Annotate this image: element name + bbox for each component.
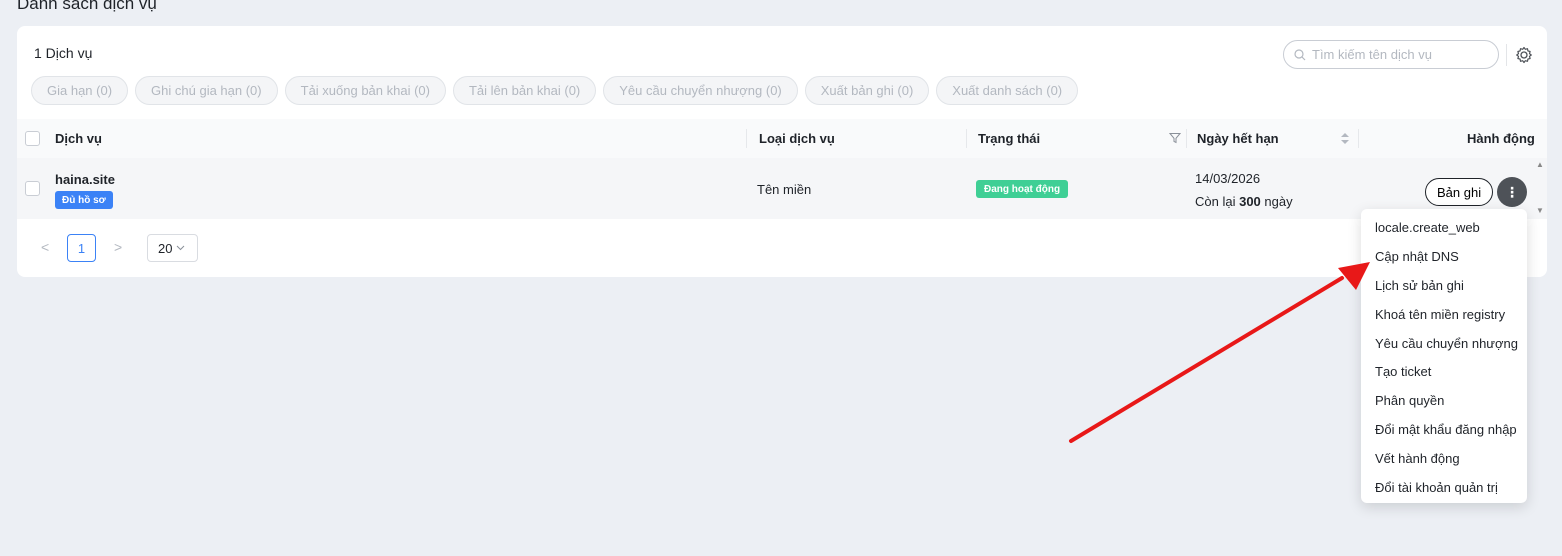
gear-icon[interactable] bbox=[1514, 45, 1534, 65]
page-current[interactable]: 1 bbox=[67, 234, 96, 262]
page-size-select[interactable]: 20 bbox=[147, 234, 198, 262]
remaining-days: Còn lại 300 ngày bbox=[1195, 194, 1293, 209]
export-list-button[interactable]: Xuất danh sách (0) bbox=[936, 76, 1079, 105]
status-badge: Đang hoạt động bbox=[976, 180, 1069, 198]
remaining-suffix: ngày bbox=[1264, 194, 1293, 209]
records-button[interactable]: Bản ghi bbox=[1425, 178, 1494, 206]
service-type: Tên miền bbox=[757, 182, 812, 197]
upload-declaration-button[interactable]: Tải lên bản khai (0) bbox=[452, 76, 597, 105]
service-list-card: 1 Dịch vụ Gia hạn (0) Ghi chú gia hạn (0… bbox=[17, 26, 1547, 277]
menu-item-registry-lock[interactable]: Khoá tên miền registry bbox=[1361, 300, 1527, 329]
header-divider bbox=[966, 129, 967, 148]
header-divider bbox=[1358, 129, 1359, 148]
table-header: Dịch vụ Loại dịch vụ Trạng thái Ngày hết… bbox=[17, 119, 1547, 158]
expiry-date: 14/03/2026 bbox=[1195, 171, 1261, 186]
page-title: Danh sách dịch vụ bbox=[17, 0, 157, 13]
more-vertical-icon: ⋮ bbox=[1505, 183, 1519, 200]
profile-badge: Đủ hồ sơ bbox=[55, 191, 113, 209]
header-service: Dịch vụ bbox=[55, 131, 102, 146]
menu-item-action-log[interactable]: Vết hành động bbox=[1361, 444, 1527, 473]
filter-icon[interactable] bbox=[1169, 132, 1181, 144]
search-input[interactable] bbox=[1312, 47, 1492, 62]
sort-icon[interactable] bbox=[1340, 132, 1350, 145]
bulk-actions: Gia hạn (0) Ghi chú gia hạn (0) Tải xuốn… bbox=[31, 76, 1079, 105]
actions-dropdown-menu: locale.create_web Cập nhật DNS Lịch sử b… bbox=[1361, 209, 1527, 503]
menu-item-record-history[interactable]: Lịch sử bản ghi bbox=[1361, 271, 1527, 300]
renew-button[interactable]: Gia hạn (0) bbox=[31, 76, 129, 105]
scroll-up-icon[interactable]: ▲ bbox=[1536, 160, 1544, 169]
menu-item-transfer-request[interactable]: Yêu cầu chuyển nhượng bbox=[1361, 329, 1527, 358]
header-divider bbox=[1186, 129, 1187, 148]
search-icon bbox=[1294, 48, 1306, 60]
scroll-down-icon[interactable]: ▼ bbox=[1536, 206, 1544, 215]
header-action: Hành động bbox=[1467, 131, 1535, 146]
remaining-days-value: 300 bbox=[1239, 194, 1261, 209]
more-actions-button[interactable]: ⋮ bbox=[1497, 177, 1527, 207]
row-checkbox[interactable] bbox=[25, 181, 40, 196]
remaining-prefix: Còn lại bbox=[1195, 194, 1236, 209]
menu-item-create-ticket[interactable]: Tạo ticket bbox=[1361, 357, 1527, 386]
menu-item-change-password[interactable]: Đổi mật khẩu đăng nhập bbox=[1361, 415, 1527, 444]
menu-item-create-web[interactable]: locale.create_web bbox=[1361, 213, 1527, 242]
export-records-button[interactable]: Xuất bản ghi (0) bbox=[804, 76, 930, 105]
service-name[interactable]: haina.site bbox=[55, 172, 115, 187]
chevron-down-icon bbox=[177, 245, 185, 251]
header-divider bbox=[746, 129, 747, 148]
header-expiry: Ngày hết hạn bbox=[1197, 131, 1279, 146]
search-box[interactable] bbox=[1283, 40, 1499, 69]
table-row: haina.site Đủ hồ sơ Tên miền Đang hoạt đ… bbox=[17, 158, 1547, 219]
header-status: Trạng thái bbox=[978, 131, 1041, 146]
renew-note-button[interactable]: Ghi chú gia hạn (0) bbox=[135, 76, 278, 105]
transfer-request-button[interactable]: Yêu cầu chuyển nhượng (0) bbox=[603, 76, 798, 105]
service-count: 1 Dịch vụ bbox=[34, 45, 93, 61]
next-page-icon[interactable]: > bbox=[114, 239, 122, 255]
menu-item-change-admin[interactable]: Đổi tài khoản quản trị bbox=[1361, 473, 1527, 502]
select-all-checkbox[interactable] bbox=[25, 131, 40, 146]
divider bbox=[1506, 44, 1507, 66]
menu-item-update-dns[interactable]: Cập nhật DNS bbox=[1361, 242, 1527, 271]
header-type: Loại dịch vụ bbox=[759, 131, 835, 146]
menu-item-permissions[interactable]: Phân quyền bbox=[1361, 386, 1527, 415]
page-size-value: 20 bbox=[158, 240, 173, 256]
download-declaration-button[interactable]: Tải xuống bản khai (0) bbox=[284, 76, 446, 105]
prev-page-icon[interactable]: < bbox=[41, 239, 49, 255]
